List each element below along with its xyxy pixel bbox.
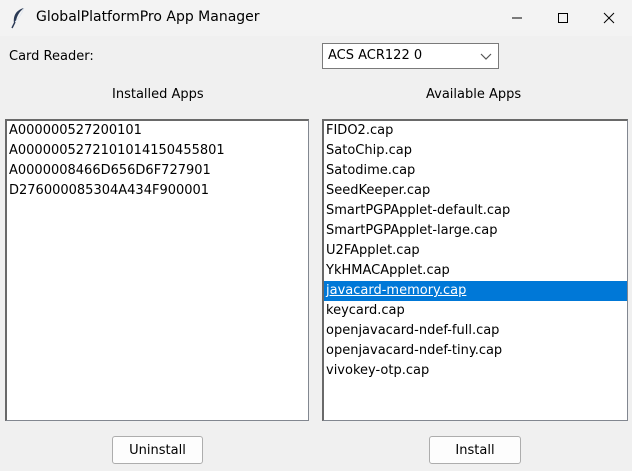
available-app-item[interactable]: javacard-memory.cap (324, 281, 627, 301)
installed-apps-list[interactable]: A000000527200101 A00000052721010141504558… (5, 119, 309, 421)
available-app-item[interactable]: Satodime.cap (324, 161, 627, 181)
available-app-item[interactable]: SeedKeeper.cap (324, 181, 627, 201)
card-reader-select[interactable]: ACS ACR122 0 (322, 43, 499, 69)
installed-app-item[interactable]: A0000008466D656D6F727901 (7, 161, 308, 181)
close-button[interactable] (586, 0, 632, 36)
installed-app-item[interactable]: A0000005272101014150455801 (7, 141, 308, 161)
available-app-item[interactable]: openjavacard-ndef-tiny.cap (324, 341, 627, 361)
available-app-item[interactable]: keycard.cap (324, 301, 627, 321)
available-app-item[interactable]: SmartPGPApplet-default.cap (324, 201, 627, 221)
available-app-item[interactable]: openjavacard-ndef-full.cap (324, 321, 627, 341)
available-app-item[interactable]: SmartPGPApplet-large.cap (324, 221, 627, 241)
uninstall-button[interactable]: Uninstall (112, 436, 203, 464)
available-app-item[interactable]: FIDO2.cap (324, 121, 627, 141)
minimize-button[interactable] (494, 0, 540, 36)
title-bar: GlobalPlatformPro App Manager (0, 0, 632, 36)
installed-app-item[interactable]: D276000085304A434F900001 (7, 181, 308, 201)
window-title: GlobalPlatformPro App Manager (36, 9, 260, 25)
installed-apps-heading: Installed Apps (112, 87, 204, 102)
install-button[interactable]: Install (429, 436, 521, 464)
installed-app-item[interactable]: A000000527200101 (7, 121, 308, 141)
available-app-item[interactable]: SatoChip.cap (324, 141, 627, 161)
available-apps-list[interactable]: FIDO2.cap SatoChip.cap Satodime.cap SeedKee… (322, 119, 628, 421)
available-app-item[interactable]: vivokey-otp.cap (324, 361, 627, 381)
card-reader-value: ACS ACR122 0 (328, 48, 423, 63)
available-app-item[interactable]: U2FApplet.cap (324, 241, 627, 261)
maximize-icon (558, 13, 568, 23)
chevron-down-icon[interactable] (478, 47, 494, 65)
card-reader-label: Card Reader: (9, 49, 94, 64)
feather-icon (10, 7, 28, 29)
maximize-button[interactable] (540, 0, 586, 36)
close-icon (603, 12, 615, 24)
minimize-icon (512, 17, 522, 19)
available-apps-heading: Available Apps (426, 87, 522, 102)
available-app-item[interactable]: YkHMACApplet.cap (324, 261, 627, 281)
